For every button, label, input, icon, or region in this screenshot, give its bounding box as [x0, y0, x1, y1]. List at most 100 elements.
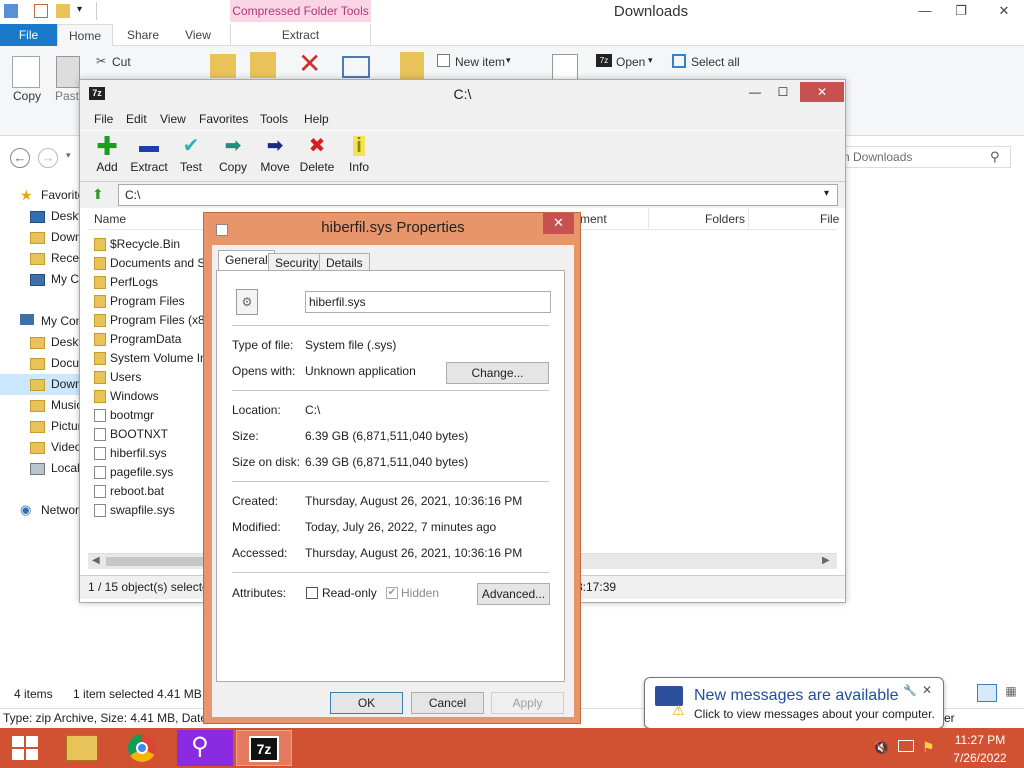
extract-button[interactable]: ▬ Extract — [128, 134, 170, 180]
taskbar-7zip[interactable]: 7z — [236, 730, 292, 766]
tab-view[interactable]: View — [174, 24, 222, 46]
menu-file[interactable]: File — [94, 112, 113, 126]
up-folder-icon[interactable]: ⬆ — [92, 186, 104, 203]
advanced-button[interactable]: Advanced... — [477, 583, 550, 605]
select-all-button[interactable]: Select all — [691, 55, 740, 69]
ok-button[interactable]: OK — [330, 692, 403, 714]
tab-extract[interactable]: Extract — [230, 24, 371, 46]
copy-icon[interactable] — [12, 56, 40, 88]
cut-icon[interactable]: ✂ — [96, 54, 106, 68]
column-divider[interactable] — [748, 208, 749, 228]
list-item[interactable]: Program Files — [94, 292, 214, 311]
nav-music[interactable]: Music — [30, 395, 82, 416]
column-comment[interactable]: ment — [580, 212, 607, 226]
start-windows-icon[interactable] — [12, 736, 38, 760]
forward-arrow-icon[interactable]: → — [38, 148, 58, 168]
delete-icon[interactable]: ✕ — [298, 50, 321, 78]
copy-label[interactable]: Copy — [13, 89, 41, 103]
list-item[interactable]: PerfLogs — [94, 273, 214, 292]
cut-label[interactable]: Cut — [112, 55, 131, 69]
nav-downloads[interactable]: Downloads — [30, 227, 82, 248]
search-icon[interactable]: ⚲ — [990, 149, 1000, 165]
list-item[interactable]: $Recycle.Bin — [94, 235, 214, 254]
recent-locations-icon[interactable]: ▾ — [66, 150, 71, 161]
back-arrow-icon[interactable]: ← — [10, 148, 30, 168]
details-view-icon[interactable] — [977, 684, 997, 702]
clock-date[interactable]: 7/26/2022 — [950, 751, 1010, 765]
search-input[interactable]: h Downloads — [836, 146, 1011, 168]
notification-balloon[interactable]: ⚠ New messages are available Click to vi… — [644, 677, 944, 729]
wrench-icon[interactable]: 🔧 — [903, 684, 917, 697]
readonly-label[interactable]: Read-only — [322, 586, 377, 600]
list-item[interactable]: pagefile.sys — [94, 463, 214, 482]
column-divider[interactable] — [648, 208, 649, 228]
network-tray-icon[interactable] — [898, 740, 914, 752]
scroll-left-icon[interactable]: ◀ — [92, 555, 100, 566]
nav-downloads-selected[interactable]: Downloads — [0, 374, 80, 395]
list-item[interactable]: Users — [94, 368, 214, 387]
taskbar-search-app[interactable]: ⚲ — [177, 730, 233, 766]
minimize-button[interactable]: — — [910, 0, 940, 22]
nav-desktop[interactable]: Desktop — [30, 206, 82, 227]
7zip-close-button[interactable]: ✕ — [800, 82, 844, 102]
path-input[interactable]: C:\ — [118, 184, 838, 206]
scroll-right-icon[interactable]: ▶ — [822, 555, 830, 566]
filename-input[interactable]: hiberfil.sys — [305, 291, 551, 313]
close-button[interactable]: ✕ — [984, 0, 1024, 22]
change-button[interactable]: Change... — [446, 362, 549, 384]
7zip-maximize-button[interactable]: ☐ — [766, 82, 800, 102]
path-dropdown-icon[interactable]: ▾ — [824, 188, 829, 199]
nav-my-computer-fav[interactable]: My C — [30, 269, 82, 290]
nav-desktop-2[interactable]: Desktop — [30, 332, 82, 353]
dialog-close-button[interactable]: ✕ — [543, 213, 574, 234]
list-item[interactable]: System Volume In — [94, 349, 214, 368]
tab-home[interactable]: Home — [57, 24, 113, 46]
nav-recent[interactable]: Recent places — [30, 248, 82, 269]
list-item[interactable]: ProgramData — [94, 330, 214, 349]
test-button[interactable]: ✔ Test — [170, 134, 212, 180]
action-center-flag-tray-icon[interactable]: ⚑ — [922, 739, 935, 756]
open-button[interactable]: Open — [616, 55, 645, 69]
nav-local-disk[interactable]: Local Disk — [30, 458, 82, 479]
list-item[interactable]: BOOTNXT — [94, 425, 214, 444]
delete-button[interactable]: ✖ Delete — [296, 134, 338, 180]
info-button[interactable]: i Info — [338, 134, 380, 180]
list-item[interactable]: swapfile.sys — [94, 501, 214, 520]
tab-file[interactable]: File — [0, 24, 57, 46]
clock-time[interactable]: 11:27 PM — [950, 733, 1010, 747]
move-button[interactable]: ➡ Move — [254, 134, 296, 180]
new-item-button[interactable]: New item — [455, 55, 505, 69]
volume-muted-icon[interactable]: 🔇 — [873, 740, 889, 756]
column-name[interactable]: Name — [94, 212, 126, 226]
column-files[interactable]: File — [820, 212, 839, 226]
list-item[interactable]: Windows — [94, 387, 214, 406]
list-item[interactable]: Documents and S — [94, 254, 214, 273]
readonly-checkbox[interactable] — [306, 587, 318, 599]
paste-icon[interactable] — [56, 56, 80, 88]
notification-close-icon[interactable]: ✕ — [922, 683, 932, 697]
apply-button[interactable]: Apply — [491, 692, 564, 714]
copy-button[interactable]: ➡ Copy — [212, 134, 254, 180]
column-folders[interactable]: Folders — [705, 212, 745, 226]
list-item[interactable]: bootmgr — [94, 406, 214, 425]
hidden-checkbox[interactable]: ✔ — [386, 587, 398, 599]
menu-favorites[interactable]: Favorites — [199, 112, 248, 126]
taskbar-chrome[interactable] — [118, 730, 168, 766]
taskbar-file-explorer[interactable] — [56, 730, 106, 766]
list-item[interactable]: reboot.bat — [94, 482, 214, 501]
move-to-icon[interactable] — [210, 54, 236, 78]
restore-button[interactable]: ❐ — [946, 0, 976, 22]
add-button[interactable]: ✚ Add — [86, 133, 128, 180]
menu-edit[interactable]: Edit — [126, 112, 147, 126]
large-icons-view-icon[interactable]: ▦ — [1002, 684, 1020, 702]
nav-pictures[interactable]: Pictures — [30, 416, 82, 437]
list-item[interactable]: Program Files (x86 — [94, 311, 214, 330]
rename-icon[interactable] — [342, 56, 370, 78]
tab-share[interactable]: Share — [118, 24, 168, 46]
menu-help[interactable]: Help — [304, 112, 329, 126]
menu-tools[interactable]: Tools — [260, 112, 288, 126]
list-item[interactable]: hiberfil.sys — [94, 444, 214, 463]
menu-view[interactable]: View — [160, 112, 186, 126]
nav-documents[interactable]: Documents — [30, 353, 82, 374]
new-folder-ribbon-icon[interactable] — [400, 52, 424, 80]
